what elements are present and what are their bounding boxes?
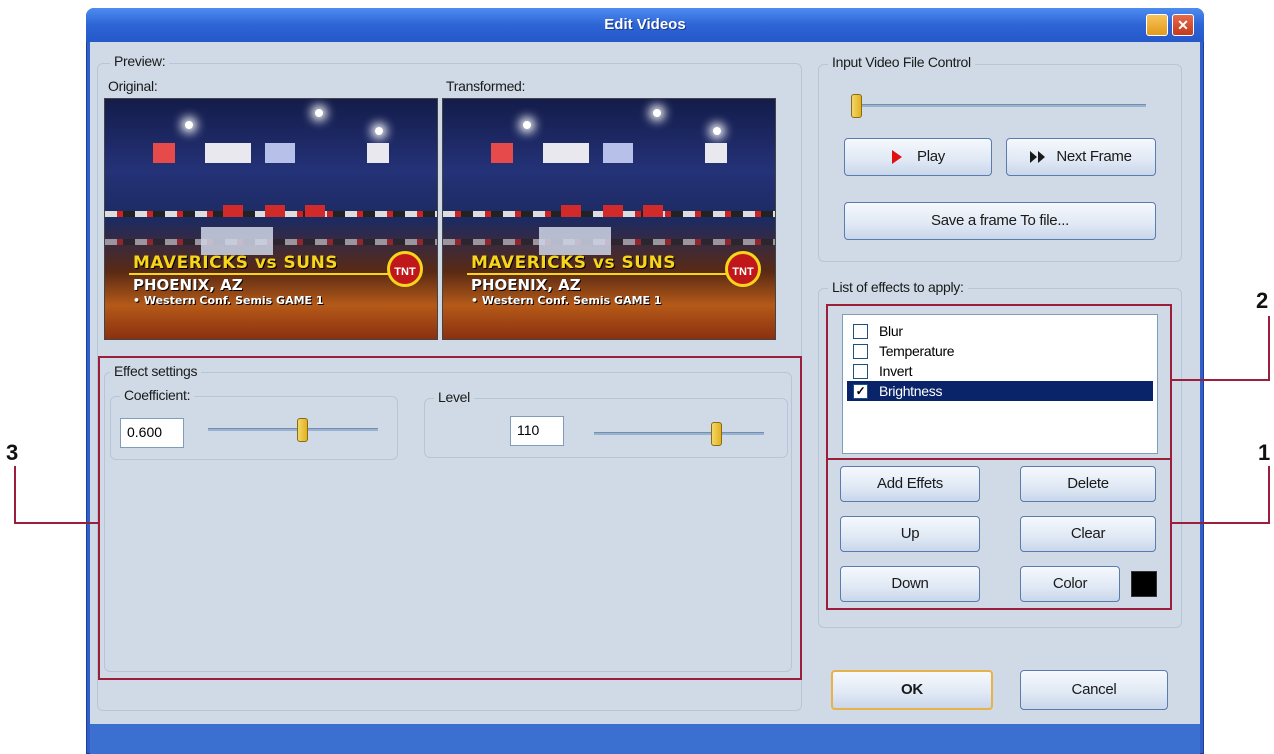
video-position-thumb[interactable] xyxy=(851,94,862,118)
preview-group-label: Preview: xyxy=(110,53,170,69)
network-logo: TNT xyxy=(725,251,761,287)
overlay-title: MAVERICKS vs SUNS xyxy=(133,253,339,273)
overlay-subtitle: • Western Conf. Semis GAME 1 xyxy=(133,294,324,307)
play-button[interactable]: Play xyxy=(844,138,992,176)
annotation-box-2 xyxy=(826,304,1172,460)
annotation-label-3: 3 xyxy=(6,440,19,465)
transformed-preview-image: MAVERICKS vs SUNS PHOENIX, AZ • Western … xyxy=(442,98,776,340)
overlay-location: PHOENIX, AZ xyxy=(471,276,581,294)
cancel-button[interactable]: Cancel xyxy=(1020,670,1168,710)
annotation-line-1-vertical xyxy=(1268,466,1270,524)
annotation-line-3 xyxy=(14,522,100,524)
next-frame-button[interactable]: Next Frame xyxy=(1006,138,1156,176)
ok-button[interactable]: OK xyxy=(831,670,993,710)
effects-list-label: List of effects to apply: xyxy=(828,279,968,295)
transformed-label: Transformed: xyxy=(446,78,526,94)
annotation-line-2 xyxy=(1172,379,1269,381)
original-preview-image: MAVERICKS vs SUNS PHOENIX, AZ • Western … xyxy=(104,98,438,340)
original-label: Original: xyxy=(108,78,158,94)
annotation-line-2-vertical xyxy=(1268,316,1270,381)
close-button[interactable]: ✕ xyxy=(1172,14,1194,36)
status-bar xyxy=(90,724,1200,754)
annotation-label-1: 1 xyxy=(1258,440,1271,465)
play-icon xyxy=(892,150,902,165)
overlay-title: MAVERICKS vs SUNS xyxy=(471,253,677,273)
minimize-button[interactable] xyxy=(1146,14,1168,36)
annotation-box-3 xyxy=(98,356,802,680)
window-title: Edit Videos xyxy=(604,16,686,33)
next-frame-icon xyxy=(1030,151,1046,164)
network-logo: TNT xyxy=(387,251,423,287)
annotation-box-1 xyxy=(826,458,1172,610)
annotation-line-3-vertical xyxy=(14,466,16,524)
next-frame-button-label: Next Frame xyxy=(1056,148,1132,165)
save-frame-button[interactable]: Save a frame To file... xyxy=(844,202,1156,240)
annotation-line-1 xyxy=(1172,522,1269,524)
annotation-label-2: 2 xyxy=(1256,288,1269,313)
play-button-label: Play xyxy=(917,148,945,165)
overlay-subtitle: • Western Conf. Semis GAME 1 xyxy=(471,294,662,307)
video-position-track[interactable] xyxy=(856,104,1146,107)
input-video-control-label: Input Video File Control xyxy=(828,54,975,70)
overlay-location: PHOENIX, AZ xyxy=(133,276,243,294)
